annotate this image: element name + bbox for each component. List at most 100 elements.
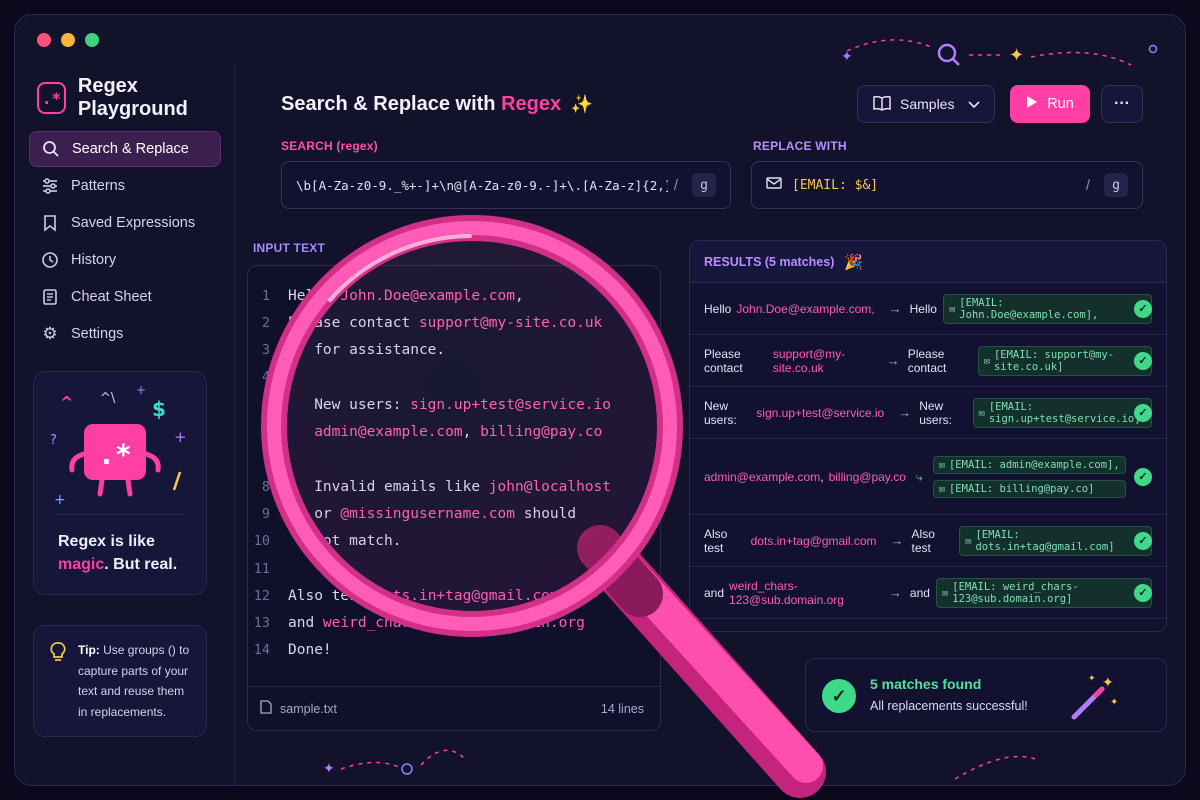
mascot-text: .* (98, 438, 132, 471)
sidebar-item-saved-expressions[interactable]: Saved Expressions (29, 205, 221, 241)
window-controls (37, 33, 99, 47)
result-row[interactable]: Also test dots.in+tag@gmail.com → Also test… (690, 515, 1166, 567)
arrow-right-icon: → (888, 585, 902, 600)
tip-card: Tip: Use groups () to capture parts of y… (33, 625, 207, 737)
svg-text:✦: ✦ (1009, 45, 1024, 66)
code-line: 3 for assistance. (248, 337, 445, 364)
email-match: weird_chars-123@sub.domain.org (322, 615, 585, 632)
document-icon (41, 288, 59, 306)
input-text-label: INPUT TEXT (253, 241, 326, 255)
line-number: 6 (261, 424, 270, 440)
app-logo-icon: .* (37, 82, 66, 114)
promo-rest: . But real. (104, 556, 178, 573)
sparkle-icon: ✨ (570, 94, 594, 114)
promo-line1: Regex is like (58, 533, 155, 550)
code-line: 11 (248, 555, 288, 582)
code-text: or (288, 505, 341, 522)
editor-footer: sample.txt 14 lines (248, 686, 660, 730)
result-after-text: Also test (911, 526, 935, 555)
replacement-chip: ✉ [EMAIL: dots.in+tag@gmail.com] (959, 525, 1152, 556)
result-row[interactable]: admin@example.com, billing@pay.co ⤷ ✉ [EMAIL… (690, 439, 1166, 515)
tip-label: Tip: (78, 643, 100, 657)
results-header: RESULTS (5 matches) 🎉 (690, 241, 1166, 283)
code-line: 10 not match. (248, 528, 402, 555)
check-icon: ✓ (1134, 351, 1152, 370)
email-match: john@localhost (488, 478, 612, 495)
search-flag-toggle[interactable]: g (692, 173, 716, 197)
brand: .* Regex Playground (37, 75, 234, 121)
result-match: John.Doe@example.com, (736, 301, 875, 316)
result-match: sign.up+test@service.io (756, 405, 885, 420)
minimize-window-button[interactable] (61, 33, 75, 47)
search-input[interactable]: \b[A-Za-z0-9._%+-]+\n@[A-Za-z0-9.-]+\.[A… (281, 161, 731, 209)
envelope-icon: ✉ (948, 302, 956, 315)
check-icon: ✓ (1134, 531, 1152, 550)
input-text-editor[interactable]: 1 Hello John.Doe@example.com, 2 Please cont… (247, 265, 661, 731)
sidebar-item-patterns[interactable]: Patterns (29, 168, 221, 204)
samples-label: Samples (900, 96, 955, 112)
sidebar-item-label: Patterns (71, 178, 125, 194)
gear-icon: ⚙ (42, 324, 58, 343)
line-number: 7 (261, 451, 270, 468)
sidebar-item-label: Settings (71, 326, 124, 342)
replace-input-value: [EMAIL: $&] (792, 177, 879, 193)
title-highlight: Regex (501, 93, 562, 115)
code-text: Also test (288, 587, 376, 604)
result-row[interactable]: Hello John.Doe@example.com, → Hello ✉ [EMAIL:… (690, 283, 1166, 335)
promo-highlight: magic (58, 556, 105, 573)
lightbulb-icon (48, 640, 68, 671)
sidebar-item-cheat-sheet[interactable]: Cheat Sheet (29, 279, 221, 315)
result-before-text: Hello (704, 301, 732, 316)
replacement-chip: ✉ [EMAIL: admin@example.com], (932, 455, 1126, 474)
close-window-button[interactable] (37, 33, 51, 47)
email-match: dots.in+tag@gmail.com (375, 587, 559, 604)
replacement-chip-group: ✉ [EMAIL: admin@example.com], ✉ [EMAIL: bil… (927, 455, 1126, 498)
line-number: 9 (261, 505, 270, 522)
replacement-chip: ✉ [EMAIL: weird_chars-123@sub.domain.org] (935, 577, 1152, 608)
samples-dropdown[interactable]: Samples (857, 85, 995, 123)
play-icon (1026, 95, 1038, 113)
arrow-right-icon: → (886, 353, 900, 368)
sidebar-item-history[interactable]: History (29, 242, 221, 278)
more-options-button[interactable]: ··· (1101, 85, 1143, 123)
result-match: admin@example.com (704, 469, 821, 484)
replace-label: REPLACE WITH (753, 139, 847, 153)
result-row[interactable]: Please contact support@my-site.co.uk → Plea… (690, 335, 1166, 387)
sidebar-item-settings[interactable]: ⚙ Settings (29, 316, 221, 352)
line-number: 13 (253, 615, 270, 632)
code-line: 4 (248, 364, 288, 391)
line-number: 12 (253, 587, 270, 604)
sidebar-nav: Search & Replace Patterns Saved Expressi… (29, 131, 221, 353)
code-text: Invalid emails like (288, 478, 489, 495)
envelope-icon: ✉ (978, 406, 985, 419)
result-row[interactable]: New users: sign.up+test@service.io → New us… (690, 387, 1166, 439)
svg-text:^: ^ (60, 393, 73, 412)
sidebar-item-label: Search & Replace (72, 141, 189, 157)
branch-arrow-icon: ⤷ (915, 469, 923, 484)
replace-input[interactable]: [EMAIL: $&] / g (751, 161, 1143, 209)
check-icon: ✓ (1134, 583, 1152, 602)
result-match: support@my-site.co.uk (772, 346, 846, 375)
regex-delimiter: / (1085, 176, 1090, 194)
result-after-text: and (909, 585, 930, 600)
code-line: 1 Hello John.Doe@example.com, (248, 282, 524, 309)
code-line: 12 Also test dots.in+tag@gmail.com (248, 582, 559, 609)
run-button[interactable]: Run (1010, 85, 1090, 123)
line-number: 2 (261, 314, 270, 331)
replace-flag-toggle[interactable]: g (1104, 173, 1128, 197)
email-match: John.Doe@example.com (340, 287, 515, 304)
summary-card: ✓ 5 matches found All replacements succe… (805, 658, 1167, 732)
result-row[interactable]: and weird_chars-123@sub.domain.org → and ✉ [E… (690, 567, 1166, 619)
arrow-right-icon: → (898, 405, 912, 420)
sidebar-item-search-replace[interactable]: Search & Replace (29, 131, 221, 167)
code-text: not match. (288, 533, 402, 550)
maximize-window-button[interactable] (85, 33, 99, 47)
line-number: 11 (253, 560, 270, 577)
replacement-chip: ✉ [EMAIL: billing@pay.co] (932, 479, 1126, 498)
envelope-icon: ✉ (965, 534, 972, 547)
svg-text:✦: ✦ (1088, 674, 1096, 684)
check-icon: ✓ (1134, 467, 1152, 486)
regex-delimiter: / (673, 176, 678, 194)
bookmark-icon (41, 214, 59, 232)
code-line: 14 Done! (248, 637, 332, 664)
